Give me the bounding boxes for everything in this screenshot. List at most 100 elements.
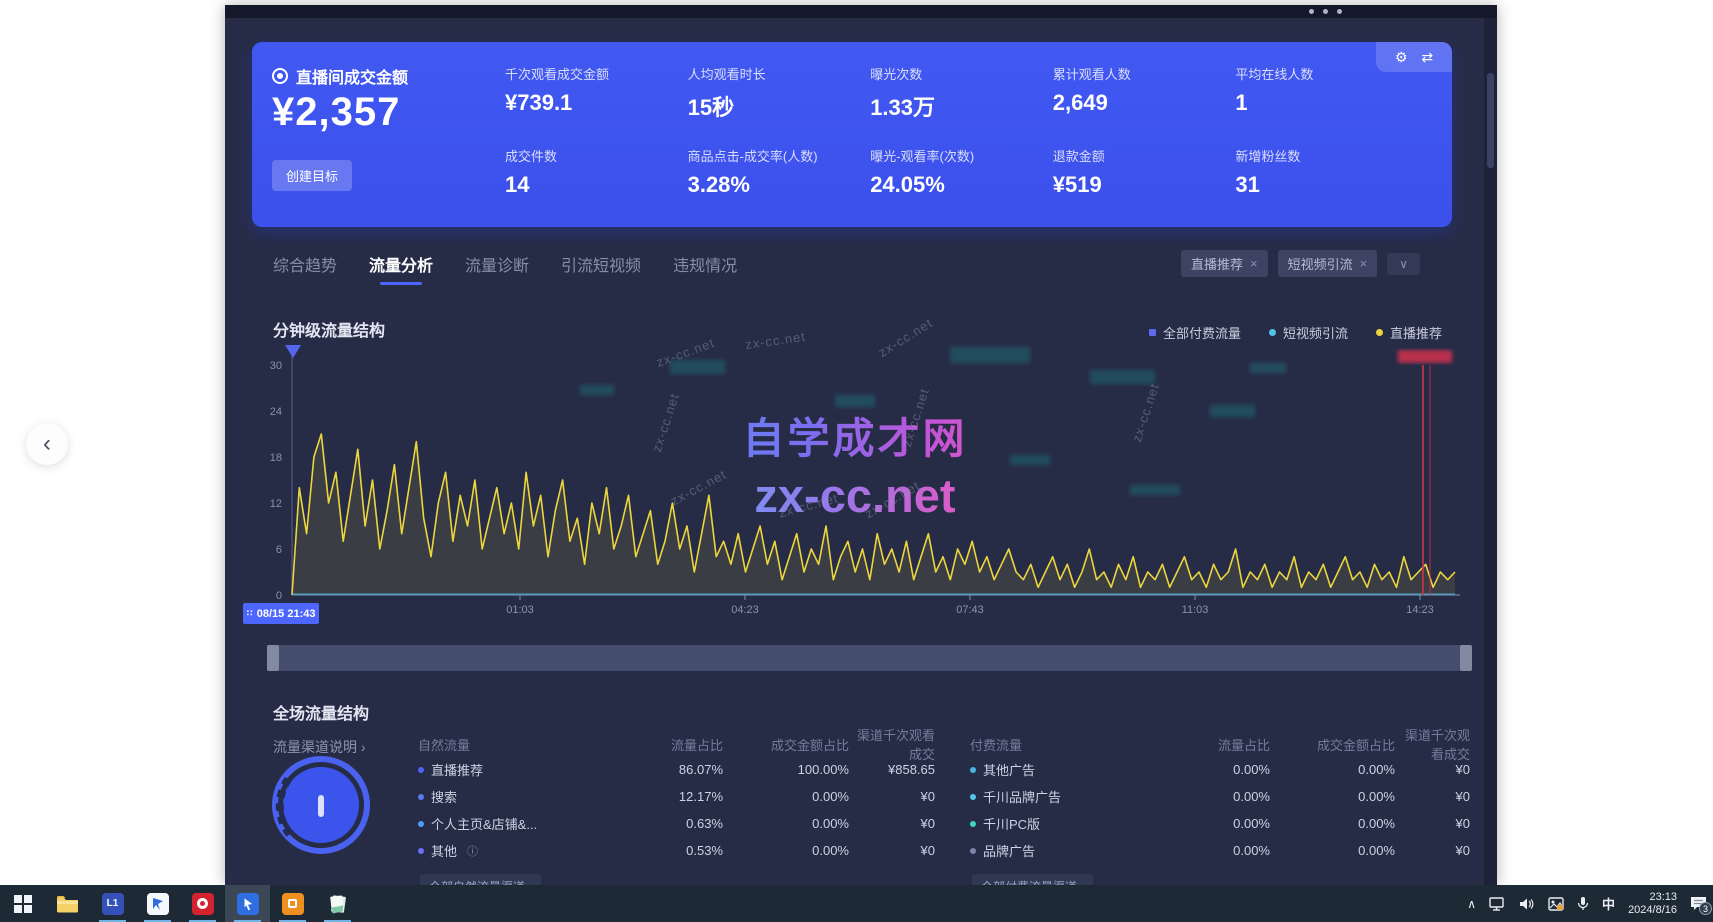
channel-explain-link[interactable]: 流量渠道说明 › <box>273 737 366 757</box>
microphone-icon[interactable] <box>1577 896 1589 911</box>
svg-text:30: 30 <box>270 360 282 372</box>
slider-range[interactable] <box>279 645 1460 671</box>
gmv-summary-card: 直播间成交金额 ¥2,357 创建目标 千次观看成交金额¥739.1 人均观看时… <box>252 42 1452 227</box>
all-paid-channels-link[interactable]: 全部付费流量渠道 › <box>972 874 1093 885</box>
create-goal-button[interactable]: 创建目标 <box>272 160 352 191</box>
card-tools: ⚙ ⇄ <box>1376 42 1452 72</box>
overall-section-title: 全场流量结构 <box>273 700 369 724</box>
teal-artifacts <box>580 347 1286 495</box>
volume-icon[interactable] <box>1519 897 1535 911</box>
tab-traffic-analysis[interactable]: 流量分析 <box>369 252 433 285</box>
chevron-down-icon: ∨ <box>1399 257 1408 271</box>
slider-handle-left[interactable] <box>267 645 279 671</box>
natural-traffic-table: 自然流量 流量占比 成交金额占比 渠道千次观看成交 直播推荐 86.07% 10… <box>418 732 935 885</box>
donut-inner-label <box>318 795 324 817</box>
notes-app-icon <box>328 894 348 914</box>
kpi-cell: 千次观看成交金额¥739.1 <box>505 64 688 122</box>
remove-tag-icon[interactable]: × <box>1250 256 1258 271</box>
back-button[interactable]: ‹ <box>26 423 68 465</box>
all-natural-channels-link[interactable]: 全部自然流量渠道 › <box>420 874 541 885</box>
axis-marker-triangle <box>285 345 301 358</box>
kpi-cell: 累计观看人数2,649 <box>1053 64 1236 122</box>
taskbar-cursor-app[interactable] <box>225 885 270 922</box>
doc-app-icon <box>147 893 169 915</box>
table-header: 付费流量 流量占比 成交金额占比 渠道千次观看成交 <box>970 732 1470 756</box>
desktop: ‹ 直播间成交金额 ¥2,357 创建目标 千次观看成交金额¥739.1 人均观… <box>0 0 1713 922</box>
taskbar-l1-app[interactable]: L1 <box>90 885 135 922</box>
table-row: 搜索 12.17% 0.00% ¥0 <box>418 783 935 810</box>
selected-time-tick[interactable]: ∷ 08/15 21:43 <box>243 603 319 624</box>
photo-viewer-icon[interactable] <box>1548 897 1564 911</box>
back-icon: ‹ <box>43 430 51 458</box>
table-row: 千川PC版 0.00% 0.00% ¥0 <box>970 810 1470 837</box>
window-controls[interactable] <box>1309 9 1342 14</box>
table-row: 个人主页&店铺&... 0.63% 0.00% ¥0 <box>418 810 935 837</box>
series-area-fill <box>292 434 1455 595</box>
red-app-icon <box>192 893 214 915</box>
gmv-card-title: 直播间成交金额 <box>272 64 408 88</box>
clock-time: 23:13 <box>1628 891 1677 904</box>
svg-text:01:03: 01:03 <box>506 604 534 616</box>
settings-gear-icon[interactable]: ⚙ <box>1395 49 1408 66</box>
system-tray: ∧ 中 23:13 <box>1467 885 1707 922</box>
scrollbar-track[interactable] <box>1484 18 1497 885</box>
kpi-cell: 退款金额¥519 <box>1053 146 1236 198</box>
notification-badge: 3 <box>1699 902 1712 915</box>
time-range-slider[interactable] <box>267 645 1472 671</box>
target-icon <box>272 68 288 84</box>
orange-app-icon <box>282 893 304 915</box>
tab-short-video[interactable]: 引流短视频 <box>561 252 641 285</box>
slider-handle-right[interactable] <box>1460 645 1472 671</box>
x-tick-marks <box>520 595 1420 600</box>
spike-annotation <box>1398 350 1452 595</box>
folder-icon <box>56 895 79 913</box>
taskbar-clock[interactable]: 23:13 2024/8/16 <box>1628 891 1677 916</box>
kpi-cell: 商品点击-成交率(人数)3.28% <box>688 146 871 198</box>
start-button[interactable] <box>0 885 45 922</box>
scrollbar-thumb[interactable] <box>1487 73 1494 168</box>
l1-app-icon: L1 <box>102 893 124 915</box>
filter-tag-short-video[interactable]: 短视频引流 × <box>1278 250 1378 277</box>
tab-overall-trend[interactable]: 综合趋势 <box>273 252 337 285</box>
filter-dropdown[interactable]: ∨ <box>1387 253 1420 275</box>
gmv-title-text: 直播间成交金额 <box>296 64 408 88</box>
kpi-cell: 平均在线人数1 <box>1235 64 1418 122</box>
tab-violations[interactable]: 违规情况 <box>673 252 737 285</box>
taskbar-red-app[interactable] <box>180 885 225 922</box>
svg-text:07:43: 07:43 <box>956 604 984 616</box>
table-row: 品牌广告 0.00% 0.00% ¥0 <box>970 837 1470 864</box>
taskbar-orange-app[interactable] <box>270 885 315 922</box>
svg-text:6: 6 <box>276 544 282 556</box>
tray-expand-icon[interactable]: ∧ <box>1467 897 1476 911</box>
svg-text:14:23: 14:23 <box>1406 604 1434 616</box>
network-icon[interactable] <box>1489 897 1506 911</box>
swap-view-icon[interactable]: ⇄ <box>1421 49 1433 66</box>
filter-tag-live-recommend[interactable]: 直播推荐 × <box>1181 250 1268 277</box>
tab-traffic-diagnosis[interactable]: 流量诊断 <box>465 252 529 285</box>
grip-icon: ∷ <box>247 608 253 619</box>
taskbar-doc-app[interactable] <box>135 885 180 922</box>
taskbar-file-explorer[interactable] <box>45 885 90 922</box>
kpi-cell: 曝光次数1.33万 <box>870 64 1053 122</box>
analysis-tabs: 综合趋势 流量分析 流量诊断 引流短视频 违规情况 <box>273 252 737 285</box>
x-tick-labels: 01:0304:2307:4311:0314:23 <box>506 604 1434 616</box>
action-center-button[interactable]: 3 <box>1690 896 1707 911</box>
traffic-donut-chart <box>271 755 371 860</box>
kpi-cell: 曝光-观看率(次数)24.05% <box>870 146 1053 198</box>
remove-tag-icon[interactable]: × <box>1360 256 1368 271</box>
kpi-cell: 新增粉丝数31 <box>1235 146 1418 198</box>
table-row: 千川品牌广告 0.00% 0.00% ¥0 <box>970 783 1470 810</box>
table-header: 自然流量 流量占比 成交金额占比 渠道千次观看成交 <box>418 732 935 756</box>
analytics-window: 直播间成交金额 ¥2,357 创建目标 千次观看成交金额¥739.1 人均观看时… <box>225 5 1497 885</box>
windows-logo-icon <box>14 895 32 913</box>
info-icon[interactable]: ⓘ <box>467 843 478 859</box>
minute-traffic-chart: 0612182430 01:0304:2307:4311:0314:23 <box>250 335 1470 620</box>
svg-text:11:03: 11:03 <box>1182 604 1209 616</box>
paid-traffic-table: 付费流量 流量占比 成交金额占比 渠道千次观看成交 其他广告 0.00% 0.0… <box>970 732 1470 885</box>
svg-text:24: 24 <box>270 406 282 418</box>
taskbar-notes-app[interactable] <box>315 885 360 922</box>
svg-text:12: 12 <box>270 498 282 510</box>
svg-text:18: 18 <box>270 452 282 464</box>
ime-indicator[interactable]: 中 <box>1602 894 1615 913</box>
kpi-cell: 人均观看时长15秒 <box>688 64 871 122</box>
